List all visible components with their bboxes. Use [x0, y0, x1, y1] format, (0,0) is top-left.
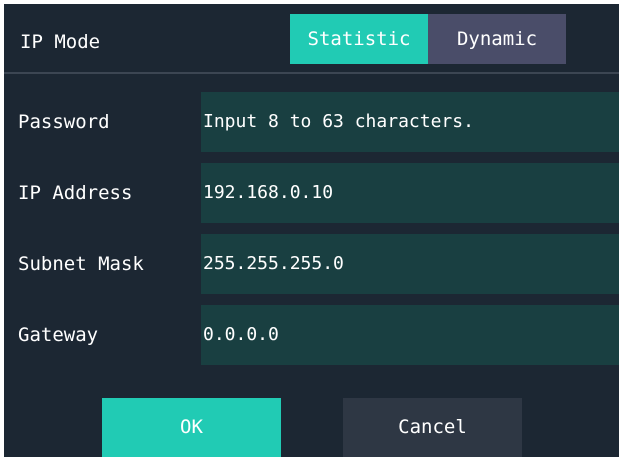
- password-label: Password: [18, 111, 110, 133]
- ip-mode-row: IP Mode Statistic Dynamic: [4, 4, 619, 72]
- ip-mode-statistic-toggle[interactable]: Statistic: [290, 14, 428, 64]
- ip-mode-dynamic-toggle[interactable]: Dynamic: [428, 14, 566, 64]
- ip-settings-screen: IP Mode Statistic Dynamic Password Input…: [4, 4, 619, 457]
- ok-button[interactable]: OK: [102, 398, 281, 457]
- subnet-mask-label: Subnet Mask: [18, 253, 144, 275]
- gateway-field[interactable]: 0.0.0.0: [201, 305, 619, 365]
- gateway-label: Gateway: [18, 324, 99, 346]
- password-row: Password Input 8 to 63 characters.: [4, 92, 619, 152]
- ip-address-field[interactable]: 192.168.0.10: [201, 163, 619, 223]
- gateway-row: Gateway 0.0.0.0: [4, 305, 619, 365]
- password-field[interactable]: Input 8 to 63 characters.: [201, 92, 619, 152]
- subnet-mask-row: Subnet Mask 255.255.255.0: [4, 234, 619, 294]
- ip-address-label: IP Address: [18, 182, 133, 204]
- ip-address-row: IP Address 192.168.0.10: [4, 163, 619, 223]
- cancel-button[interactable]: Cancel: [343, 398, 522, 457]
- divider: [4, 72, 619, 74]
- subnet-mask-field[interactable]: 255.255.255.0: [201, 234, 619, 294]
- ip-mode-label: IP Mode: [20, 31, 101, 53]
